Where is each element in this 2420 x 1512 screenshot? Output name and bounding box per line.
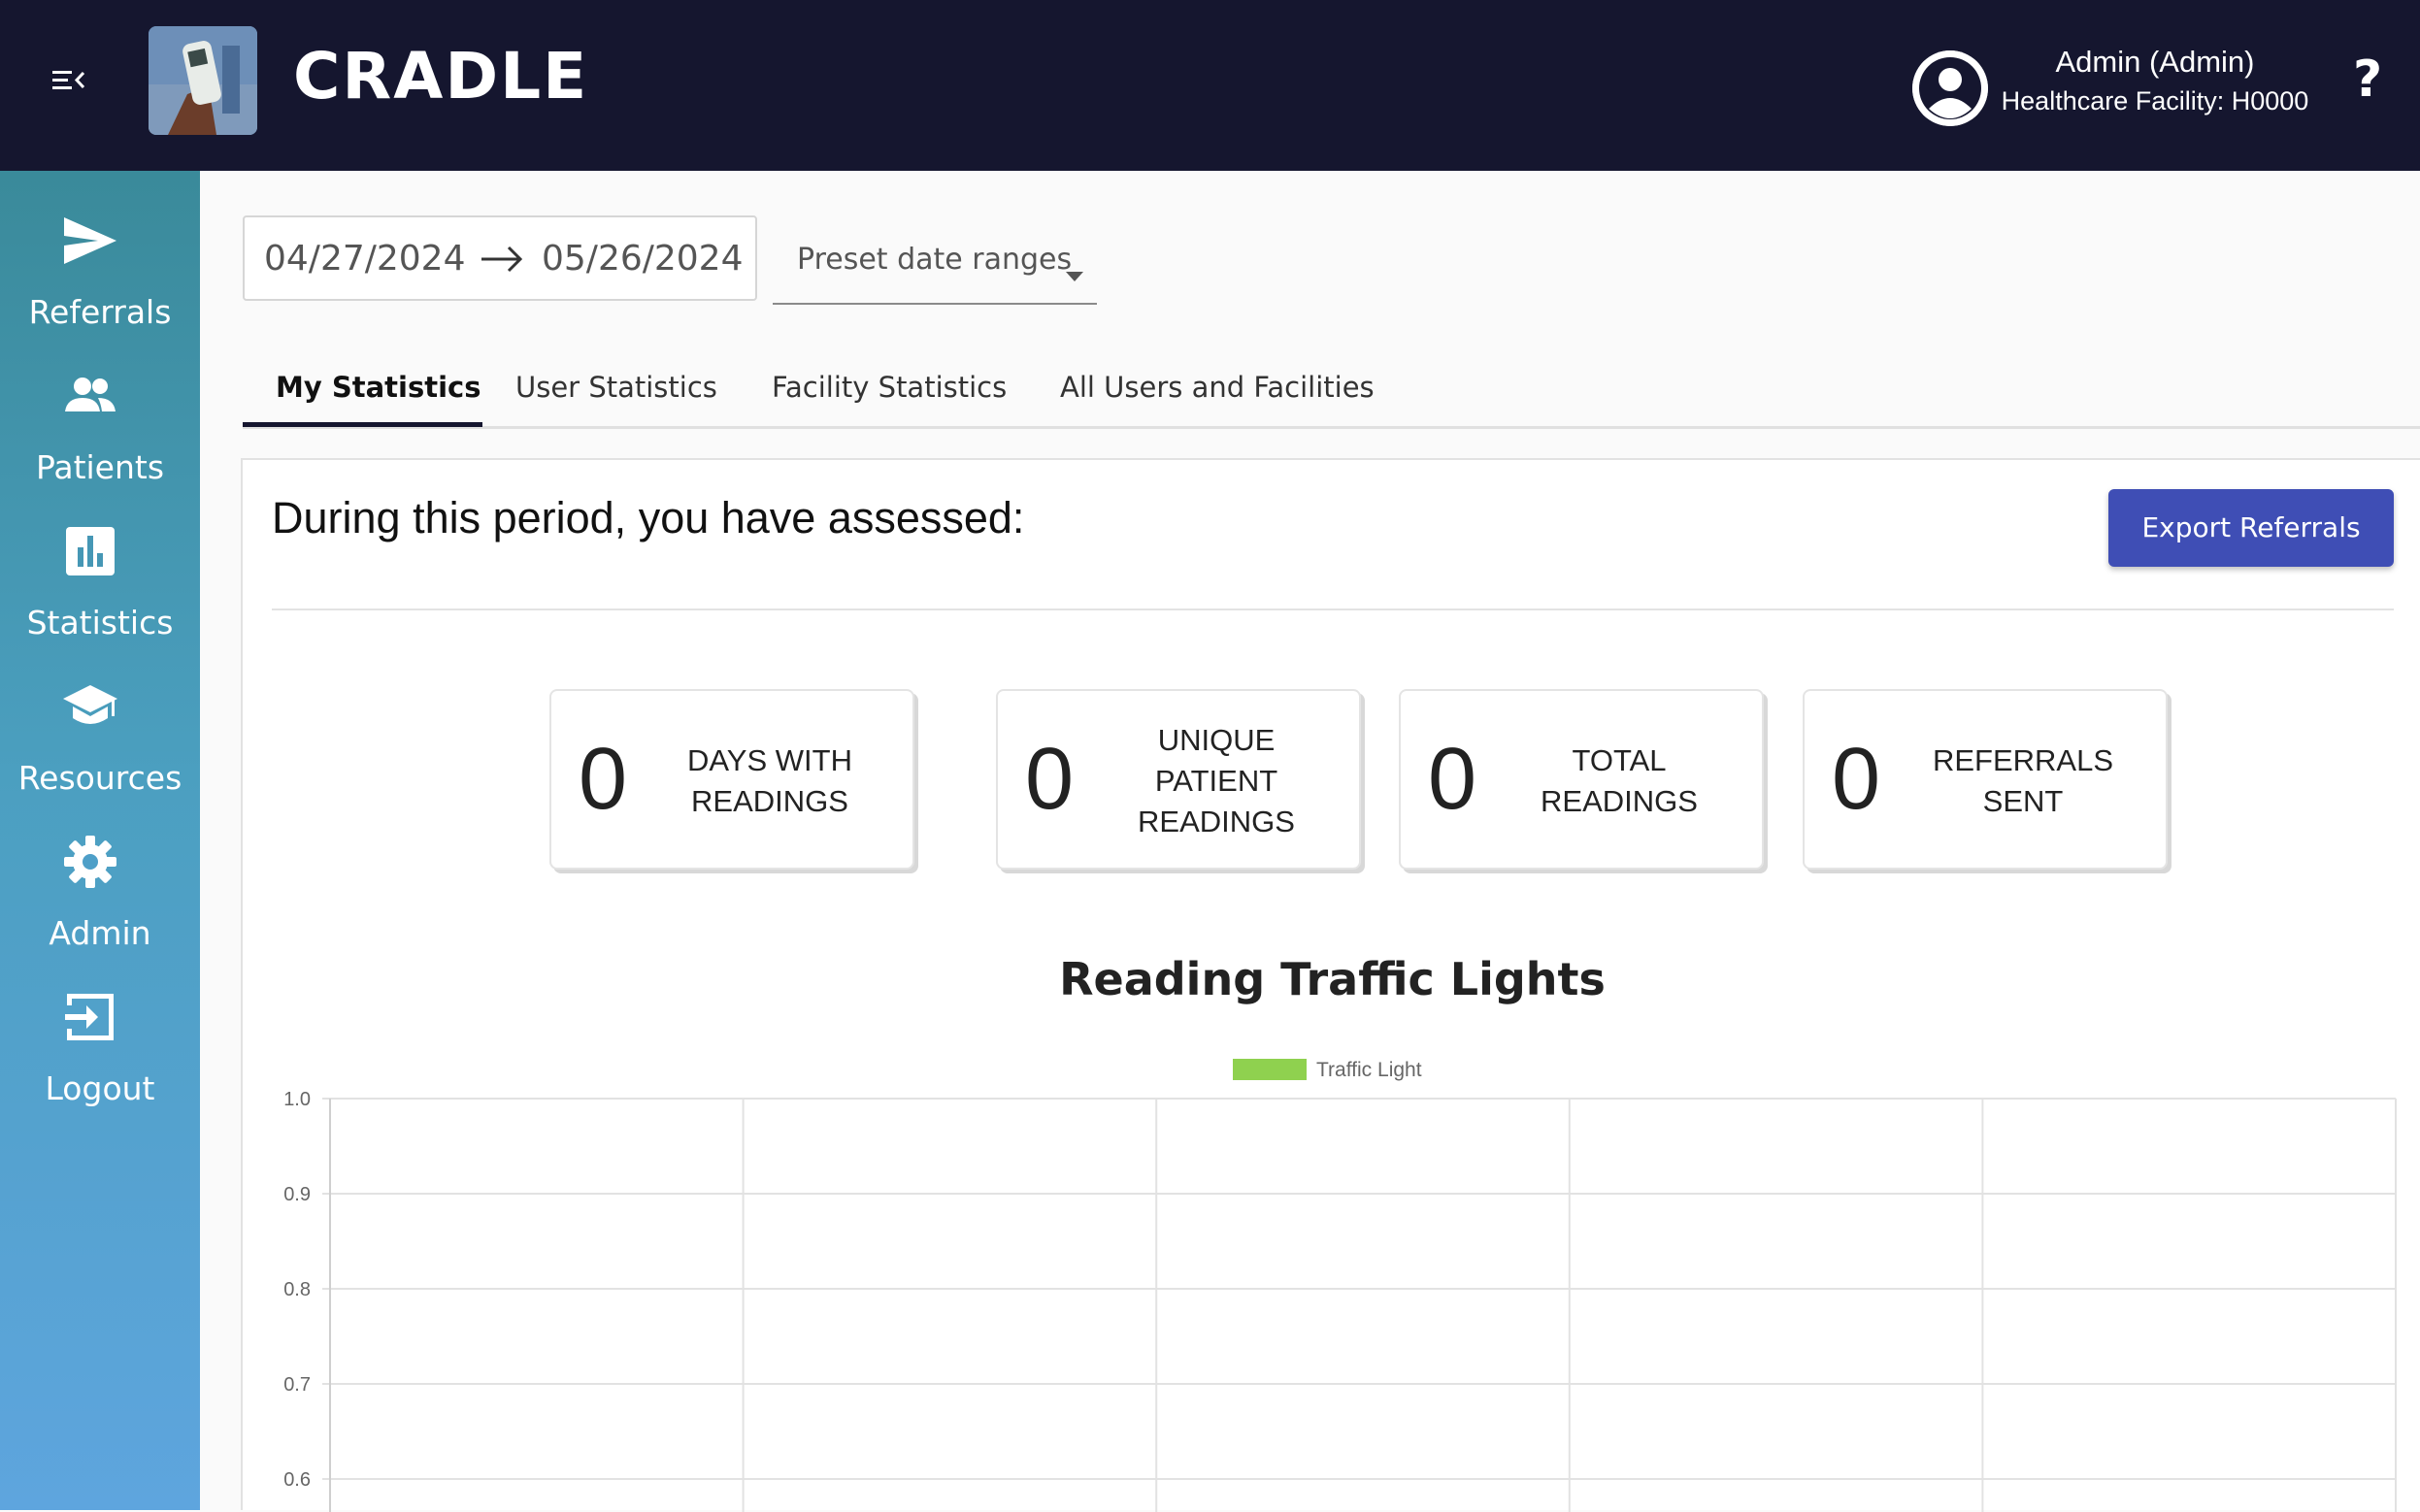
stat-total-readings: 0 TOTAL READINGS [1399, 689, 1764, 870]
legend-label: Traffic Light [1316, 1059, 1422, 1081]
end-date-input[interactable]: 05/26/2024 [542, 239, 744, 279]
user-name: Admin (Admin) [2055, 45, 2255, 79]
stat-label: DAYS WITH READINGS [687, 743, 852, 818]
period-heading: During this period, you have assessed: [272, 493, 1025, 542]
divider [272, 608, 2394, 610]
statistics-card: During this period, you have assessed: E… [241, 458, 2420, 1512]
y-tick-label: 0.6 [283, 1469, 311, 1491]
tab-user-statistics[interactable]: User Statistics [515, 371, 717, 404]
stat-value: 0 [1832, 731, 1881, 828]
people-icon [61, 367, 119, 425]
chart-title: Reading Traffic Lights [1059, 953, 1606, 1005]
sidebar-item-resources[interactable]: Resources [0, 656, 200, 802]
y-tick-label: 0.7 [283, 1374, 311, 1396]
user-facility: Healthcare Facility: H0000 [2001, 86, 2309, 115]
sidebar-item-statistics[interactable]: Statistics [0, 501, 200, 646]
logout-icon [61, 988, 119, 1046]
sidebar-item-label: Admin [49, 914, 151, 952]
stat-value: 0 [579, 731, 628, 828]
export-referrals-button[interactable]: Export Referrals [2108, 489, 2394, 567]
app-title: CRADLE [293, 39, 589, 114]
sidebar-item-label: Resources [17, 759, 182, 797]
preset-date-ranges-select[interactable]: Preset date ranges [773, 221, 1097, 305]
stat-value: 0 [1428, 731, 1477, 828]
tab-all-users-and-facilities[interactable]: All Users and Facilities [1060, 371, 1375, 404]
caret-down-icon [1066, 272, 1083, 281]
bar-chart-icon [61, 522, 119, 580]
active-tab-indicator [243, 422, 482, 427]
cradle-logo [149, 26, 257, 135]
tab-facility-statistics[interactable]: Facility Statistics [772, 371, 1007, 404]
sidebar-item-admin[interactable]: Admin [0, 811, 200, 957]
top-app-bar: CRADLE Admin (Admin) Healthcare Facility… [0, 0, 2420, 171]
statistics-tabs: My Statistics User Statistics Facility S… [243, 353, 2420, 429]
start-date-input[interactable]: 04/27/2024 [264, 239, 466, 279]
stat-label: UNIQUE PATIENT READINGS [1138, 723, 1295, 838]
arrow-right-icon [480, 243, 524, 276]
y-tick-label: 0.8 [283, 1279, 311, 1300]
stat-value: 0 [1025, 731, 1075, 828]
stat-days-with-readings: 0 DAYS WITH READINGS [549, 689, 914, 870]
sidebar-item-label: Referrals [28, 293, 172, 331]
tab-my-statistics[interactable]: My Statistics [276, 371, 481, 404]
send-icon [61, 212, 119, 270]
sidebar-item-label: Logout [45, 1069, 155, 1107]
sidebar-item-logout[interactable]: Logout [0, 967, 200, 1112]
stat-label: TOTAL READINGS [1541, 743, 1698, 818]
y-tick-label: 1.0 [283, 1089, 311, 1110]
sidebar-item-label: Patients [35, 448, 165, 486]
stat-referrals-sent: 0 REFERRALS SENT [1803, 689, 2168, 870]
preset-date-ranges-label: Preset date ranges [797, 243, 1073, 277]
traffic-light-chart: Traffic Light 1.0 0.9 0.8 0.7 0.6 [283, 1059, 2397, 1512]
sidebar-item-referrals[interactable]: Referrals [0, 190, 200, 336]
legend-swatch [1233, 1059, 1307, 1080]
sidebar-item-label: Statistics [26, 604, 174, 641]
school-icon [61, 677, 119, 736]
date-range-picker[interactable]: 04/27/2024 05/26/2024 [243, 215, 757, 301]
collapse-menu-icon[interactable] [50, 66, 87, 95]
help-icon[interactable]: ? [2353, 50, 2382, 109]
gear-icon [61, 833, 119, 891]
stat-unique-patient-readings: 0 UNIQUE PATIENT READINGS [996, 689, 1361, 870]
sidebar-item-patients[interactable]: Patients [0, 345, 200, 491]
y-tick-label: 0.9 [283, 1184, 311, 1205]
sidebar-nav: Referrals Patients Statistics Resources … [0, 171, 200, 1510]
stat-label: REFERRALS SENT [1932, 743, 2114, 818]
